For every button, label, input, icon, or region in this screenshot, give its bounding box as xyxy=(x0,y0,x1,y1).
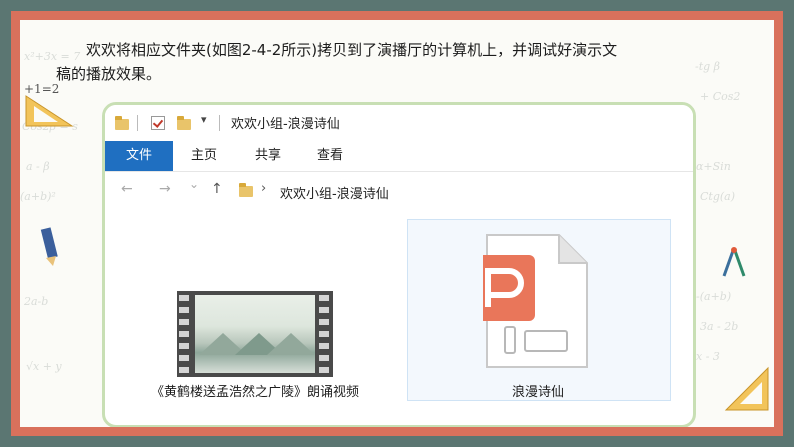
back-arrow-icon[interactable]: ← xyxy=(121,181,133,197)
background-doodle: x - 3 xyxy=(696,350,720,363)
separator xyxy=(219,115,220,131)
address-bar: ← → ⌄ ↑ › 欢欢小组-浪漫诗仙 xyxy=(105,177,693,207)
triangle-ruler-icon xyxy=(724,366,769,411)
caption-line: 欢欢将相应文件夹(如图2-4-2所示)拷贝到了演播厅的计算机上，并调试好演示文 xyxy=(86,41,618,59)
pencil-icon xyxy=(40,227,58,266)
triangle-ruler-icon xyxy=(25,95,74,127)
title-bar: ▾ 欢欢小组-浪漫诗仙 xyxy=(105,105,693,141)
tab-file[interactable]: 文件 xyxy=(105,141,173,171)
path-separator-icon: › xyxy=(261,181,267,196)
slide-caption: 欢欢将相应文件夹(如图2-4-2所示)拷贝到了演播厅的计算机上，并调试好演示文 … xyxy=(56,38,774,86)
file-name[interactable]: 《黄鹤楼送孟浩然之广陵》朗诵视频 xyxy=(139,381,371,400)
ribbon: 文件 主页 共享 查看 xyxy=(105,141,693,172)
caption-line: 稿的播放效果。 xyxy=(56,65,162,83)
background-doodle: 2a-b xyxy=(24,295,49,308)
background-doodle: (a+b)² xyxy=(20,190,56,203)
forward-arrow-icon[interactable]: → xyxy=(159,181,171,197)
background-doodle: α+Sin xyxy=(696,160,731,173)
tab-view[interactable]: 查看 xyxy=(317,141,343,171)
separator xyxy=(137,115,138,131)
background-doodle: + Cos2 xyxy=(700,90,741,103)
up-arrow-icon[interactable]: ↑ xyxy=(211,181,223,197)
file-name[interactable]: 浪漫诗仙 xyxy=(407,381,669,400)
background-doodle: a - β xyxy=(26,160,50,173)
explorer-window: ▾ 欢欢小组-浪漫诗仙 文件 主页 共享 查看 ← → ⌄ ↑ › 欢欢小组-浪… xyxy=(102,102,696,427)
chevron-down-icon[interactable]: ▾ xyxy=(201,113,207,126)
background-doodle: 3a - 2b xyxy=(700,320,739,333)
file-view: 《黄鹤楼送孟浩然之广陵》朗诵视频 浪漫诗仙 xyxy=(105,209,693,425)
slide-paper: x²+3x = 7 Cos2β = s a - β (a+b)² 2a-b √x… xyxy=(20,20,774,427)
tab-share[interactable]: 共享 xyxy=(255,141,281,171)
address-path[interactable]: 欢欢小组-浪漫诗仙 xyxy=(280,183,389,202)
presentation-file-icon[interactable] xyxy=(483,231,591,371)
background-doodle: √x + y xyxy=(26,360,62,373)
video-file-icon[interactable] xyxy=(177,291,333,377)
recent-locations-icon[interactable]: ⌄ xyxy=(189,177,199,191)
compass-icon xyxy=(722,247,746,277)
background-doodle: Ctg(a) xyxy=(700,190,736,203)
video-thumbnail xyxy=(195,295,315,373)
background-doodle: -(a+b) xyxy=(696,290,732,303)
tab-home[interactable]: 主页 xyxy=(191,141,217,171)
window-title: 欢欢小组-浪漫诗仙 xyxy=(231,117,340,132)
